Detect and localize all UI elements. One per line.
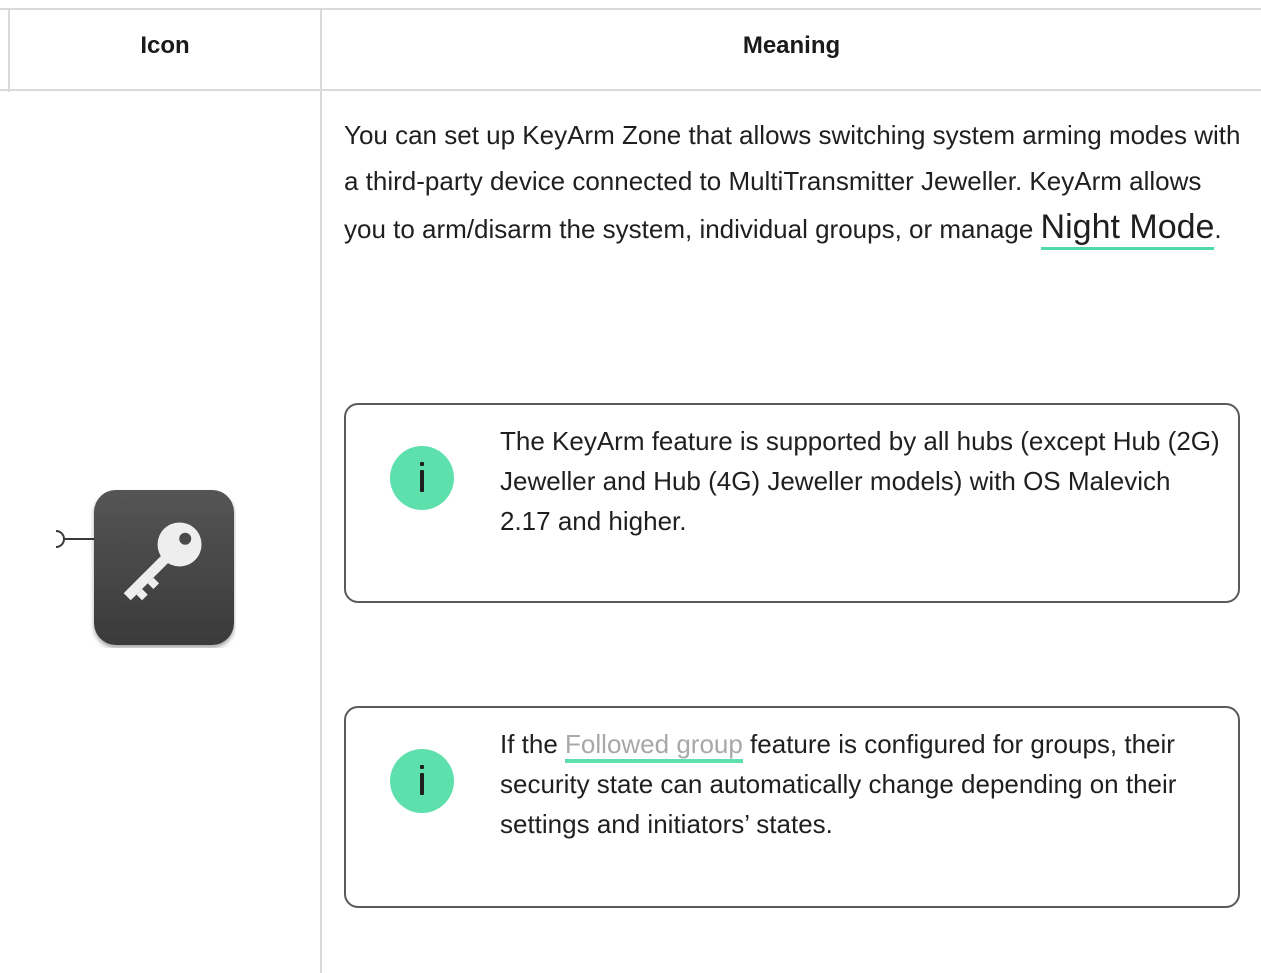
note-text: If the Followed group feature is configu… — [500, 724, 1220, 844]
table-top-border — [0, 8, 1261, 10]
description-end: . — [1214, 214, 1222, 244]
table-column-divider — [320, 8, 322, 973]
info-note-followed-group: If the Followed group feature is configu… — [344, 706, 1240, 908]
followed-group-link[interactable]: Followed group — [565, 729, 743, 763]
info-icon — [390, 749, 454, 813]
note-text: The KeyArm feature is supported by all h… — [500, 426, 1220, 536]
night-mode-link[interactable]: Night Mode — [1040, 208, 1215, 250]
keyarm-description: You can set up KeyArm Zone that allows s… — [344, 112, 1244, 252]
header-meaning: Meaning — [742, 32, 841, 59]
info-note-hub-support: The KeyArm feature is supported by all h… — [344, 403, 1240, 603]
info-icon — [390, 446, 454, 510]
device-states-table: Icon Meaning You can set up KeyArm Zone … — [0, 0, 1261, 973]
note-text-start: If the — [500, 729, 566, 759]
table-header-divider — [0, 89, 1261, 91]
header-icon: Icon — [140, 32, 190, 59]
keyarm-zone-key-icon — [55, 488, 236, 648]
